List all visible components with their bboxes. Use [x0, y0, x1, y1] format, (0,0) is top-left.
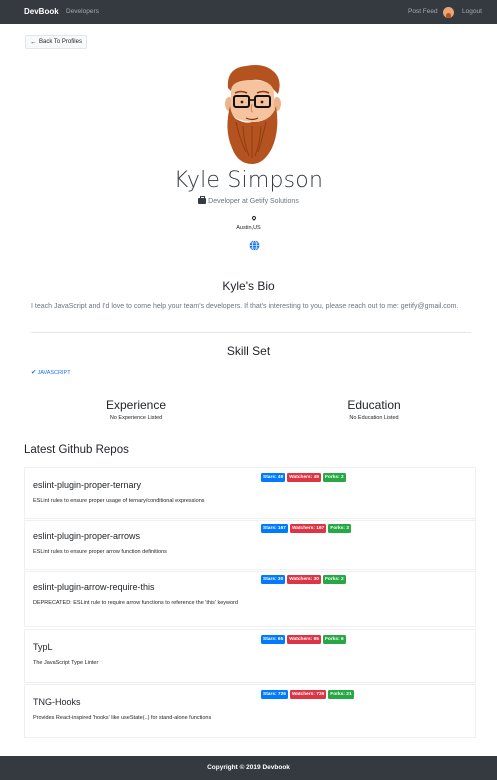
footer-copyright: Copyright © 2019 Devbook [207, 764, 290, 771]
divider [31, 332, 471, 333]
navbar: DevBook Developers Post Feed Logout [0, 0, 497, 24]
check-icon: ✔ [31, 369, 37, 376]
repos-heading: Latest Github Repos [24, 444, 129, 456]
repo-card: TNG-Hooks Provides React-inspired 'hooks… [24, 684, 476, 738]
map-pin-icon [251, 215, 257, 221]
back-to-profiles-button[interactable]: ← Back To Profiles [25, 35, 87, 49]
repo-description: The JavaScript Type Linter [33, 660, 99, 666]
experience-title: Experience [105, 398, 167, 412]
forks-badge: Forks: 21 [328, 690, 354, 699]
repo-badges: Stars: 49 Watchers: 49 Forks: 2 [261, 473, 346, 482]
repo-card: eslint-plugin-proper-ternary ESLint rule… [24, 467, 476, 521]
skill-item: ✔JAVASCRIPT [31, 368, 71, 376]
watchers-badge: Watchers: 167 [289, 524, 327, 533]
back-to-profiles-label: Back To Profiles [39, 39, 82, 45]
watchers-badge: Watchers: 30 [287, 575, 321, 584]
repo-badges: Stars: 30 Watchers: 30 Forks: 2 [261, 575, 346, 584]
repo-name-link[interactable]: eslint-plugin-arrow-require-this [33, 582, 155, 592]
repo-name-link[interactable]: eslint-plugin-proper-arrows [33, 531, 140, 541]
globe-icon[interactable] [249, 240, 260, 251]
briefcase-icon [198, 196, 207, 204]
watchers-badge: Watchers: 65 [287, 635, 321, 644]
profile-location: Austin,US [236, 225, 261, 231]
repo-badges: Stars: 167 Watchers: 167 Forks: 3 [261, 524, 351, 533]
forks-badge: Forks: 6 [322, 635, 346, 644]
brand-logo[interactable]: DevBook [24, 7, 59, 16]
repo-badges: Stars: 65 Watchers: 65 Forks: 6 [261, 635, 346, 644]
bio-title: Kyle's Bio [222, 279, 275, 293]
bio-text: I teach JavaScript and I'd love to come … [31, 303, 459, 310]
repo-description: ESLint rules to ensure proper arrow func… [33, 549, 167, 555]
stars-badge: Stars: 65 [261, 635, 286, 644]
profile-avatar [225, 65, 281, 164]
profile-name: Kyle Simpson [173, 168, 324, 193]
repo-description: DEPRECATED: ESLint rule to require arrow… [33, 600, 238, 606]
skill-label: JAVASCRIPT [37, 370, 71, 376]
arrow-left-icon: ← [30, 38, 38, 46]
stars-badge: Stars: 726 [261, 690, 288, 699]
footer: Copyright © 2019 Devbook [0, 756, 497, 780]
repo-badges: Stars: 726 Watchers: 726 Forks: 21 [261, 690, 354, 699]
profile-status-text: Developer at Getify Solutions [208, 198, 299, 205]
forks-badge: Forks: 2 [322, 575, 346, 584]
experience-empty: No Experience Listed [109, 415, 163, 421]
forks-badge: Forks: 3 [328, 524, 351, 533]
repo-name-link[interactable]: TNG-Hooks [33, 697, 81, 707]
repo-card: eslint-plugin-arrow-require-this DEPRECA… [24, 569, 476, 627]
nav-logout-link[interactable]: Logout [462, 8, 482, 15]
repo-card: TypL The JavaScript Type Linter Stars: 6… [24, 629, 476, 683]
skills-title: Skill Set [226, 344, 271, 358]
repo-card: eslint-plugin-proper-arrows ESLint rules… [24, 518, 476, 572]
repo-description: ESLint rules to ensure proper usage of t… [33, 498, 205, 504]
watchers-badge: Watchers: 49 [287, 473, 321, 482]
repo-description: Provides React-inspired 'hooks' like use… [33, 715, 212, 721]
profile-status: Developer at Getify Solutions [0, 196, 497, 205]
repo-name-link[interactable]: TypL [33, 642, 53, 652]
watchers-badge: Watchers: 726 [289, 690, 327, 699]
education-empty: No Education Listed [349, 415, 399, 421]
stars-badge: Stars: 167 [261, 524, 288, 533]
repo-name-link[interactable]: eslint-plugin-proper-ternary [33, 480, 141, 490]
nav-post-feed-link[interactable]: Post Feed [408, 8, 438, 15]
user-avatar[interactable] [443, 7, 454, 18]
stars-badge: Stars: 30 [261, 575, 286, 584]
education-title: Education [347, 398, 401, 412]
stars-badge: Stars: 49 [261, 473, 286, 482]
forks-badge: Forks: 2 [322, 473, 346, 482]
nav-developers-link[interactable]: Developers [66, 8, 99, 15]
